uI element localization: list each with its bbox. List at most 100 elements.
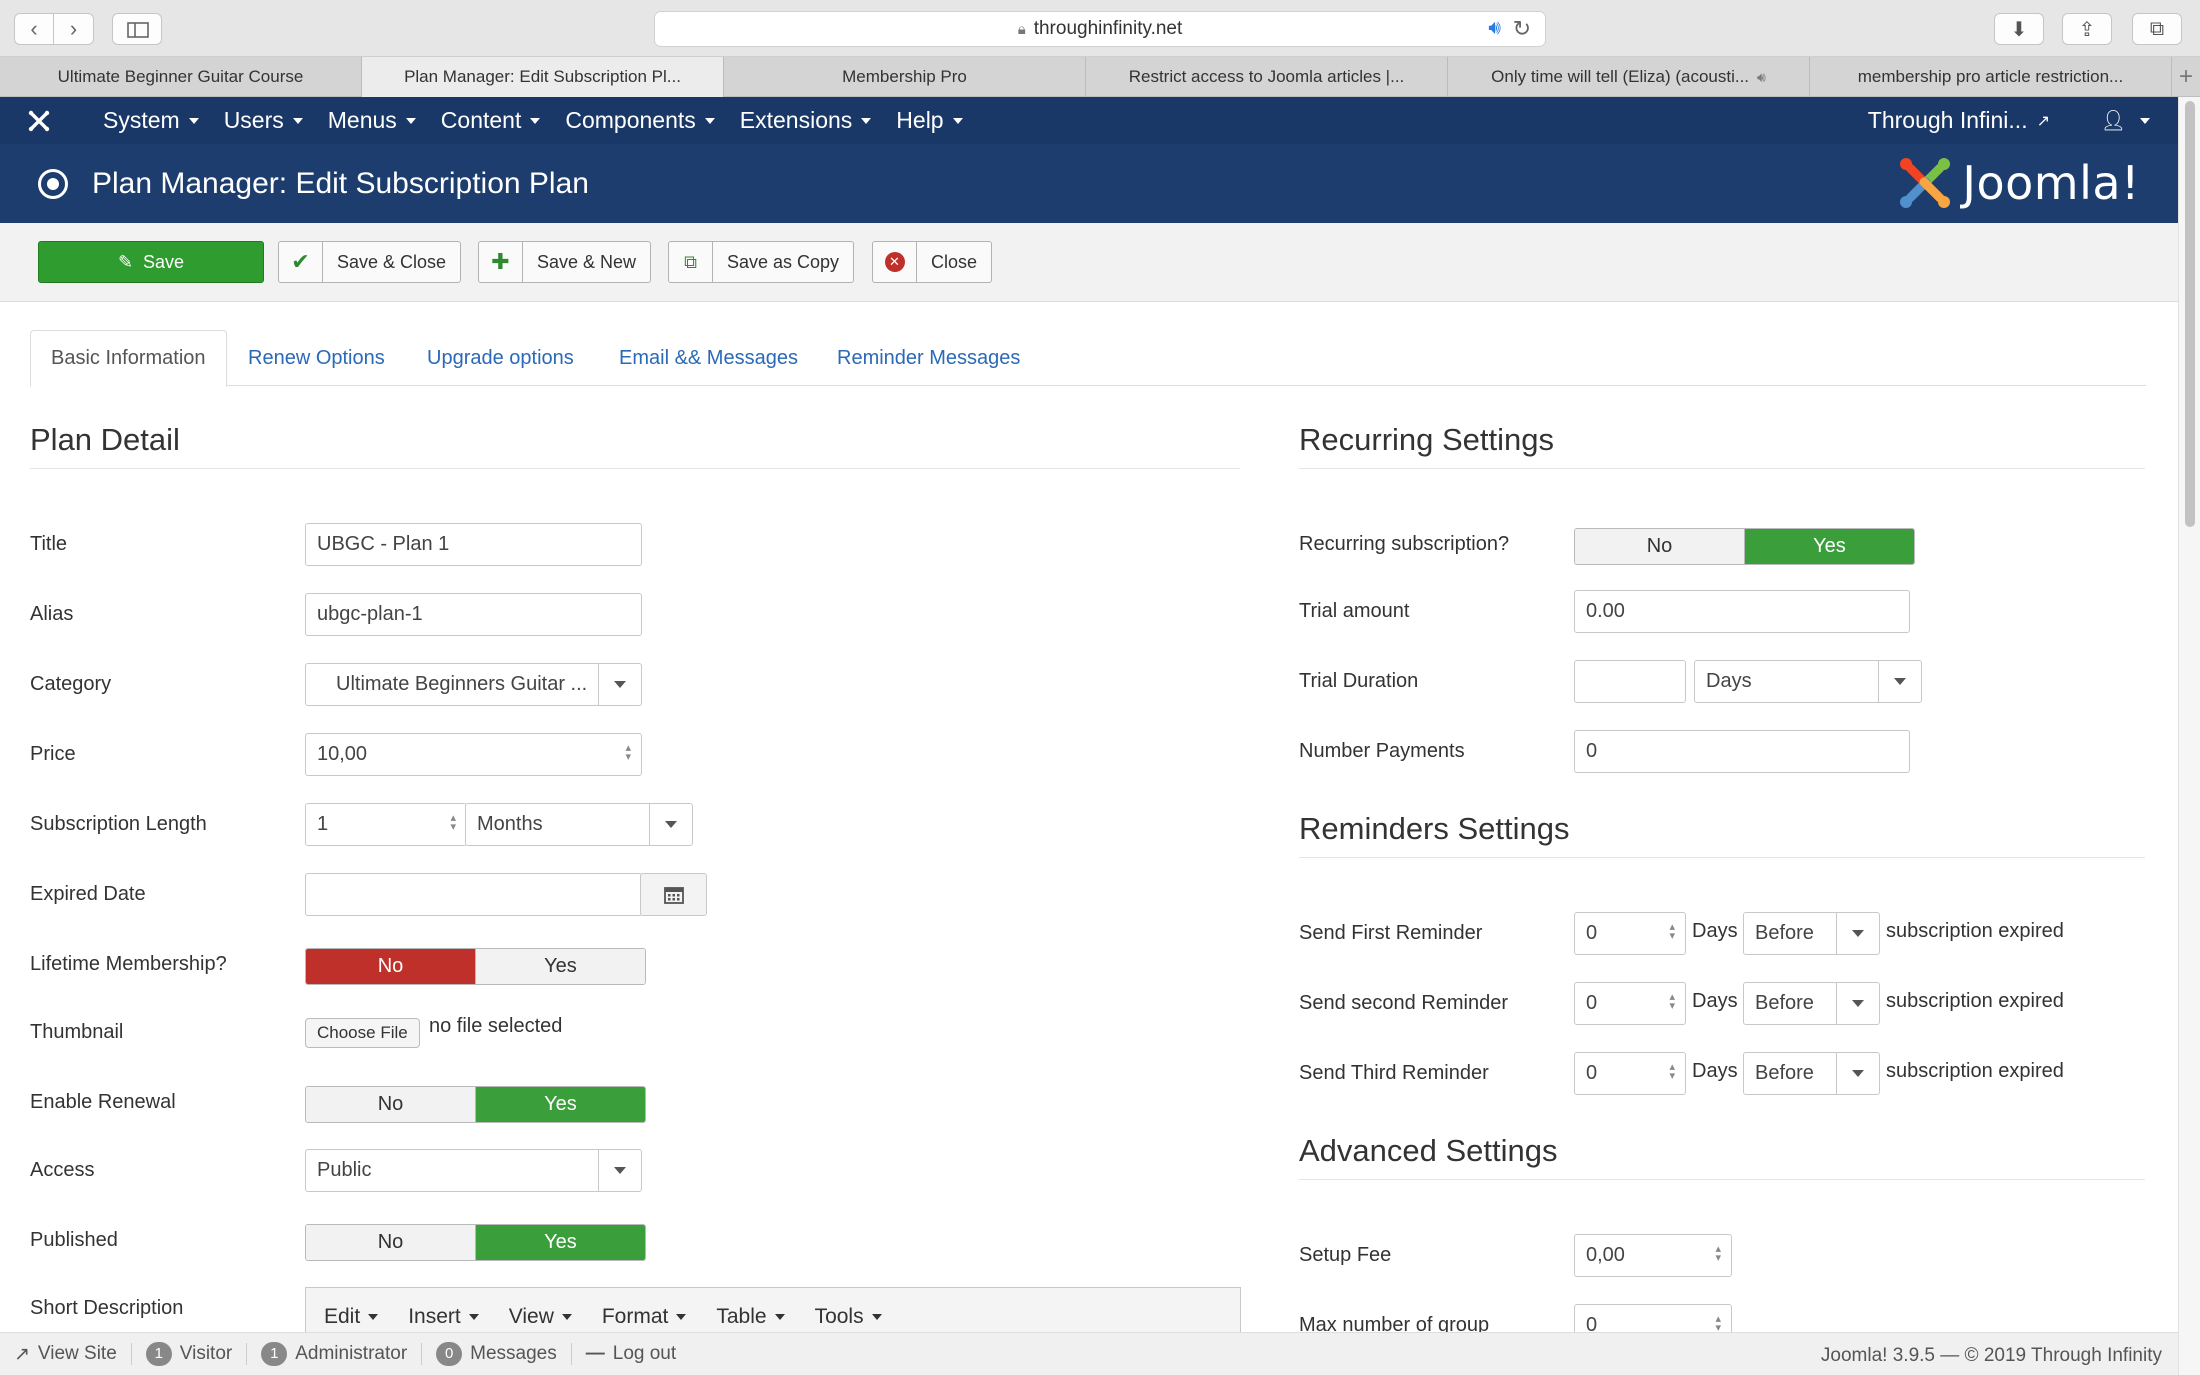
menu-content[interactable]: Content: [441, 107, 541, 134]
address-bar[interactable]: 🔒︎ throughinfinity.net 🔊︎ ↻: [654, 11, 1546, 47]
editor-menu-edit[interactable]: Edit: [324, 1305, 379, 1329]
close-button[interactable]: ✕ Close: [872, 241, 993, 283]
tab-upgrade-options[interactable]: Upgrade options: [427, 330, 574, 387]
stepper-icon[interactable]: ▴ ▾: [625, 743, 631, 763]
calendar-icon[interactable]: [640, 873, 707, 916]
browser-tab[interactable]: Restrict access to Joomla articles |...: [1086, 57, 1448, 97]
editor-menu-format[interactable]: Format: [602, 1305, 687, 1329]
save-close-button[interactable]: ✔ Save & Close: [278, 241, 462, 283]
second-reminder-when-select[interactable]: Before: [1743, 982, 1880, 1025]
editor-menu-tools[interactable]: Tools: [815, 1305, 882, 1329]
browser-tab[interactable]: membership pro article restriction...: [1810, 57, 2172, 97]
tab-renew-options[interactable]: Renew Options: [248, 330, 385, 387]
access-select[interactable]: Public: [305, 1149, 642, 1192]
second-reminder-input[interactable]: 0 ▴ ▾: [1574, 982, 1686, 1025]
choose-file-button[interactable]: Choose File: [305, 1018, 420, 1048]
share-icon[interactable]: ⇪: [2062, 13, 2112, 45]
title-input[interactable]: UBGC - Plan 1: [305, 523, 642, 566]
editor-menu-table[interactable]: Table: [716, 1305, 785, 1329]
site-link[interactable]: Through Infini... ↗: [1868, 97, 2050, 144]
subscription-expired-text: subscription expired: [1886, 990, 2064, 1012]
first-reminder-input[interactable]: 0 ▴ ▾: [1574, 912, 1686, 955]
published-yes-option[interactable]: Yes: [475, 1225, 645, 1260]
expired-date-label: Expired Date: [30, 883, 146, 905]
subscription-length-input[interactable]: 1 ▴ ▾: [305, 803, 467, 846]
recurring-yes-option[interactable]: Yes: [1744, 529, 1914, 564]
menu-help[interactable]: Help: [896, 107, 963, 134]
expired-date-input[interactable]: [305, 873, 642, 916]
stepper-icon[interactable]: ▴ ▾: [1669, 1062, 1675, 1082]
browser-tab[interactable]: Membership Pro: [724, 57, 1086, 97]
page-scrollbar[interactable]: [2178, 97, 2200, 1375]
tab-email-messages[interactable]: Email && Messages: [619, 330, 798, 387]
editor-menu-insert[interactable]: Insert: [408, 1305, 479, 1329]
download-icon[interactable]: ⬇: [1994, 13, 2044, 45]
caret-down-icon: [292, 117, 303, 124]
administrator-count[interactable]: 1 Administrator: [247, 1342, 423, 1366]
stepper-icon[interactable]: ▴ ▾: [450, 813, 456, 833]
recurring-no-option[interactable]: No: [1575, 529, 1744, 564]
first-reminder-when-select[interactable]: Before: [1743, 912, 1880, 955]
trial-unit-value: Days: [1706, 670, 1752, 692]
tabs-overview-icon[interactable]: ⧉: [2132, 13, 2182, 45]
stepper-icon[interactable]: ▴ ▾: [1669, 922, 1675, 942]
editor-menu-view[interactable]: View: [509, 1305, 572, 1329]
speaker-icon[interactable]: 🔊︎: [1757, 69, 1766, 86]
logout-link[interactable]: — Log out: [572, 1343, 690, 1365]
save-button[interactable]: ✎ Save: [38, 241, 264, 283]
forward-icon[interactable]: ›: [54, 13, 94, 45]
tab-reminder-messages[interactable]: Reminder Messages: [837, 330, 1020, 387]
sidebar-toggle-icon[interactable]: [112, 13, 162, 45]
stepper-icon[interactable]: ▴ ▾: [1669, 992, 1675, 1012]
lifetime-yes-option[interactable]: Yes: [475, 949, 645, 984]
visitor-count[interactable]: 1 Visitor: [132, 1342, 248, 1366]
category-select[interactable]: Ultimate Beginners Guitar ...: [305, 663, 642, 706]
menu-components[interactable]: Components: [565, 107, 715, 134]
menu-extensions[interactable]: Extensions: [740, 107, 872, 134]
tab-basic-information[interactable]: Basic Information: [30, 330, 227, 387]
view-site-link[interactable]: ↗ View Site: [0, 1343, 132, 1365]
max-group-input[interactable]: 0 ▴ ▾: [1574, 1304, 1732, 1332]
audio-icon[interactable]: 🔊︎: [1488, 17, 1501, 40]
user-menu[interactable]: 👤︎: [2101, 97, 2150, 144]
save-new-button[interactable]: ✚ Save & New: [478, 241, 652, 283]
trial-duration-input[interactable]: [1574, 660, 1686, 703]
save-copy-button[interactable]: ⧉ Save as Copy: [668, 241, 855, 283]
back-icon[interactable]: ‹: [14, 13, 54, 45]
user-icon: 👤︎: [2100, 110, 2126, 132]
messages-label: Messages: [470, 1343, 557, 1364]
browser-tab[interactable]: Ultimate Beginner Guitar Course: [0, 57, 362, 97]
url-text: throughinfinity.net: [1033, 18, 1183, 39]
browser-tab[interactable]: Only time will tell (Eliza) (acousti... 🔊…: [1448, 57, 1810, 97]
lifetime-no-option[interactable]: No: [306, 949, 475, 984]
price-input[interactable]: 10,00 ▴ ▾: [305, 733, 642, 776]
joomla-logo-icon[interactable]: [26, 108, 78, 134]
alias-input[interactable]: ubgc-plan-1: [305, 593, 642, 636]
third-reminder-when-select[interactable]: Before: [1743, 1052, 1880, 1095]
third-reminder-input[interactable]: 0 ▴ ▾: [1574, 1052, 1686, 1095]
stepper-icon[interactable]: ▴ ▾: [1715, 1314, 1721, 1333]
length-unit-select[interactable]: Months: [465, 803, 693, 846]
dropdown-arrow-icon: [1836, 1053, 1879, 1094]
trial-amount-input[interactable]: 0.00: [1574, 590, 1910, 633]
renewal-yes-option[interactable]: Yes: [475, 1087, 645, 1122]
caret-down-icon: [676, 1314, 687, 1320]
number-payments-label: Number Payments: [1299, 740, 1465, 762]
number-payments-input[interactable]: 0: [1574, 730, 1910, 773]
renewal-no-option[interactable]: No: [306, 1087, 475, 1122]
trial-duration-label: Trial Duration: [1299, 670, 1419, 692]
stepper-icon[interactable]: ▴ ▾: [1715, 1244, 1721, 1264]
browser-tab-active[interactable]: Plan Manager: Edit Subscription Pl...: [362, 57, 724, 97]
scrollbar-thumb[interactable]: [2185, 101, 2195, 527]
new-tab-icon[interactable]: +: [2172, 57, 2200, 96]
close-label: Close: [931, 251, 978, 272]
published-no-option[interactable]: No: [306, 1225, 475, 1260]
setup-fee-input[interactable]: 0,00 ▴ ▾: [1574, 1234, 1732, 1277]
menu-users[interactable]: Users: [224, 107, 303, 134]
messages-count[interactable]: 0 Messages: [422, 1342, 572, 1366]
reload-icon[interactable]: ↻: [1513, 16, 1531, 42]
trial-duration-unit-select[interactable]: Days: [1694, 660, 1922, 703]
tab-label: Plan Manager: Edit Subscription Pl...: [404, 67, 681, 86]
menu-system[interactable]: System: [103, 107, 199, 134]
menu-menus[interactable]: Menus: [328, 107, 416, 134]
